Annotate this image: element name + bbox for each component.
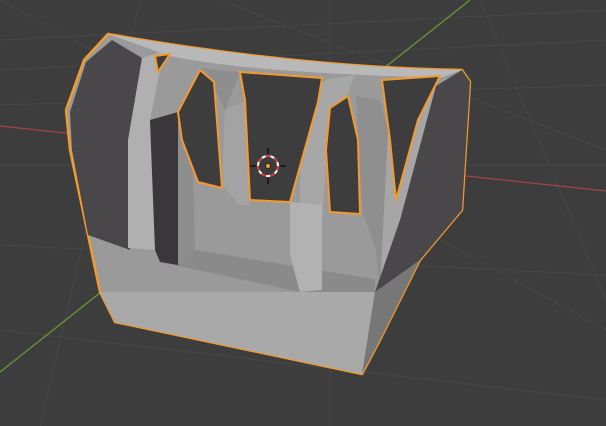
- 3d-viewport[interactable]: [0, 0, 606, 426]
- viewport-canvas[interactable]: [0, 0, 606, 426]
- mesh-base-front: [100, 292, 375, 374]
- object-origin-icon: [265, 163, 271, 169]
